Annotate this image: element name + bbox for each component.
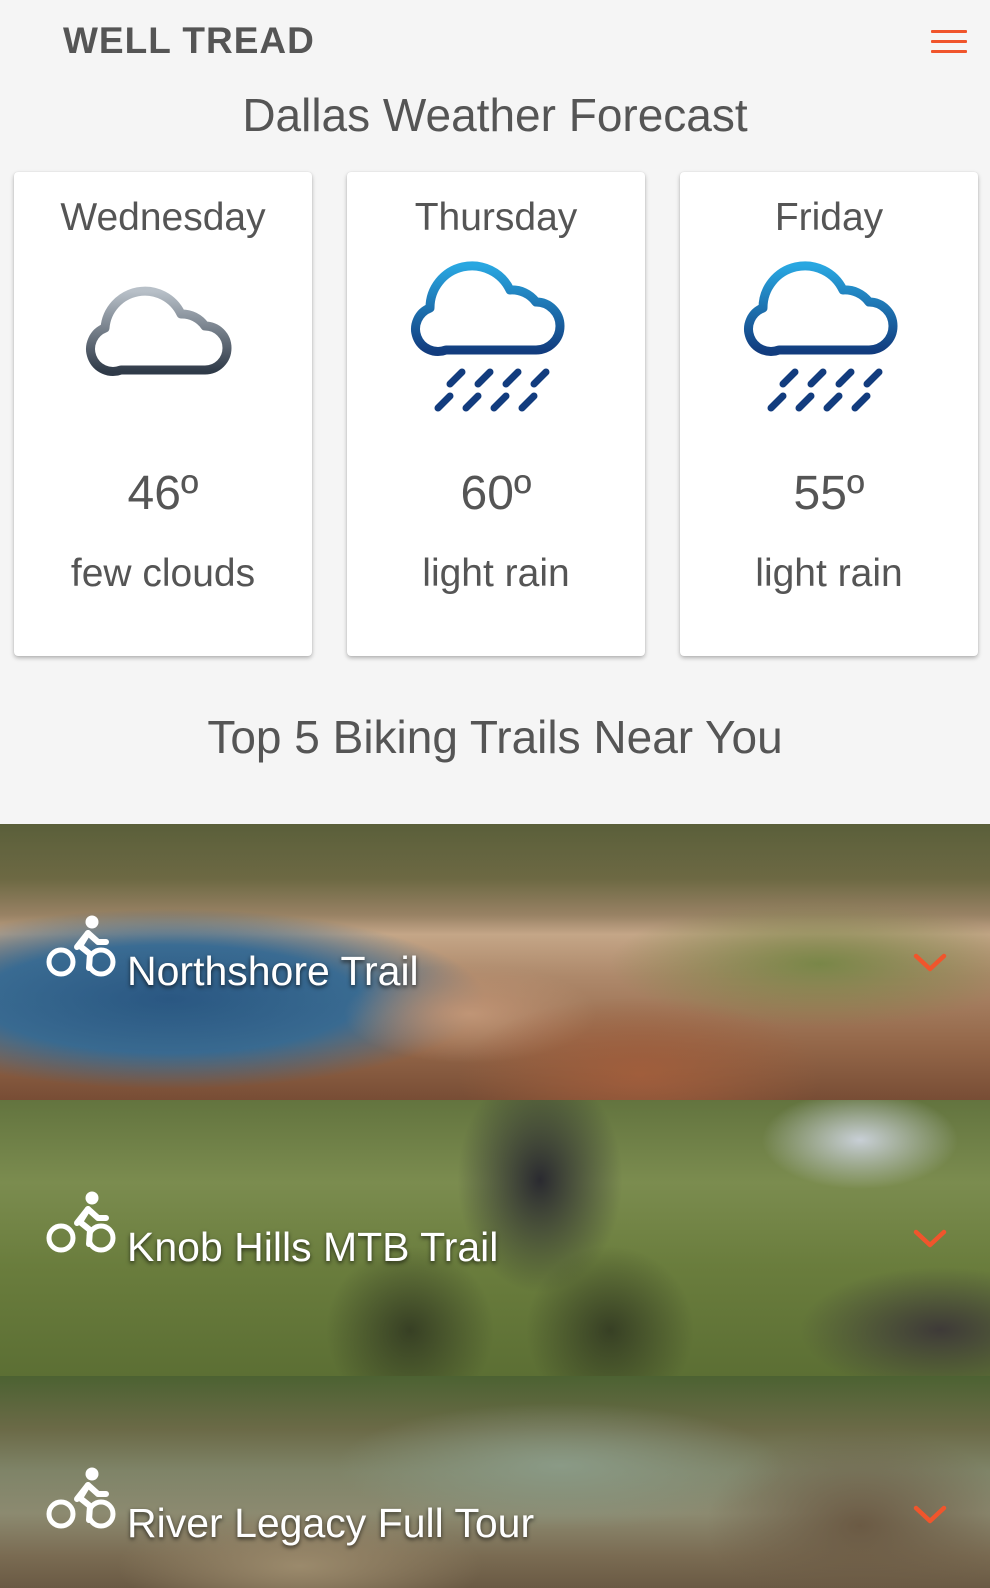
trail-card-northshore[interactable]: Northshore Trail (0, 824, 990, 1100)
forecast-condition: light rain (422, 552, 570, 595)
weather-card-thursday: Thursday 60º light rain (347, 172, 645, 656)
forecast-temp: 55º (793, 467, 865, 520)
trail-name: Northshore Trail (127, 948, 419, 994)
brand-logo[interactable]: WELL TREAD (63, 20, 315, 62)
app-bar: WELL TREAD (0, 0, 990, 84)
chevron-down-icon[interactable] (913, 1228, 947, 1250)
chevron-down-icon[interactable] (913, 1504, 947, 1526)
bicycle-rider-icon (46, 1190, 116, 1260)
trail-name: River Legacy Full Tour (127, 1500, 535, 1546)
forecast-day: Friday (774, 196, 884, 239)
weather-card-wednesday: Wednesday 46º few clouds (14, 172, 312, 656)
bicycle-rider-icon (46, 1466, 116, 1536)
cloud-icon (86, 286, 232, 376)
forecast-temp: 46º (127, 467, 199, 520)
trail-name: Knob Hills MTB Trail (127, 1224, 499, 1270)
trail-photo (0, 1376, 990, 1588)
trails-title: Top 5 Biking Trails Near You (207, 711, 783, 763)
bicycle-rider-icon (46, 914, 116, 984)
forecast-day: Thursday (414, 196, 578, 239)
forecast-day: Wednesday (60, 196, 266, 239)
forecast-title: Dallas Weather Forecast (242, 89, 748, 141)
forecast-condition: light rain (755, 552, 903, 595)
hamburger-menu-icon[interactable] (931, 30, 967, 56)
weather-card-friday: Friday 55º light rain (680, 172, 978, 656)
forecast-temp: 60º (460, 467, 532, 520)
trail-card-river-legacy[interactable]: River Legacy Full Tour (0, 1376, 990, 1588)
forecast-condition: few clouds (70, 552, 256, 595)
rain-cloud-icon (744, 261, 898, 412)
trail-card-knob-hills[interactable]: Knob Hills MTB Trail (0, 1100, 990, 1376)
chevron-down-icon[interactable] (913, 952, 947, 974)
rain-cloud-icon (411, 261, 565, 412)
